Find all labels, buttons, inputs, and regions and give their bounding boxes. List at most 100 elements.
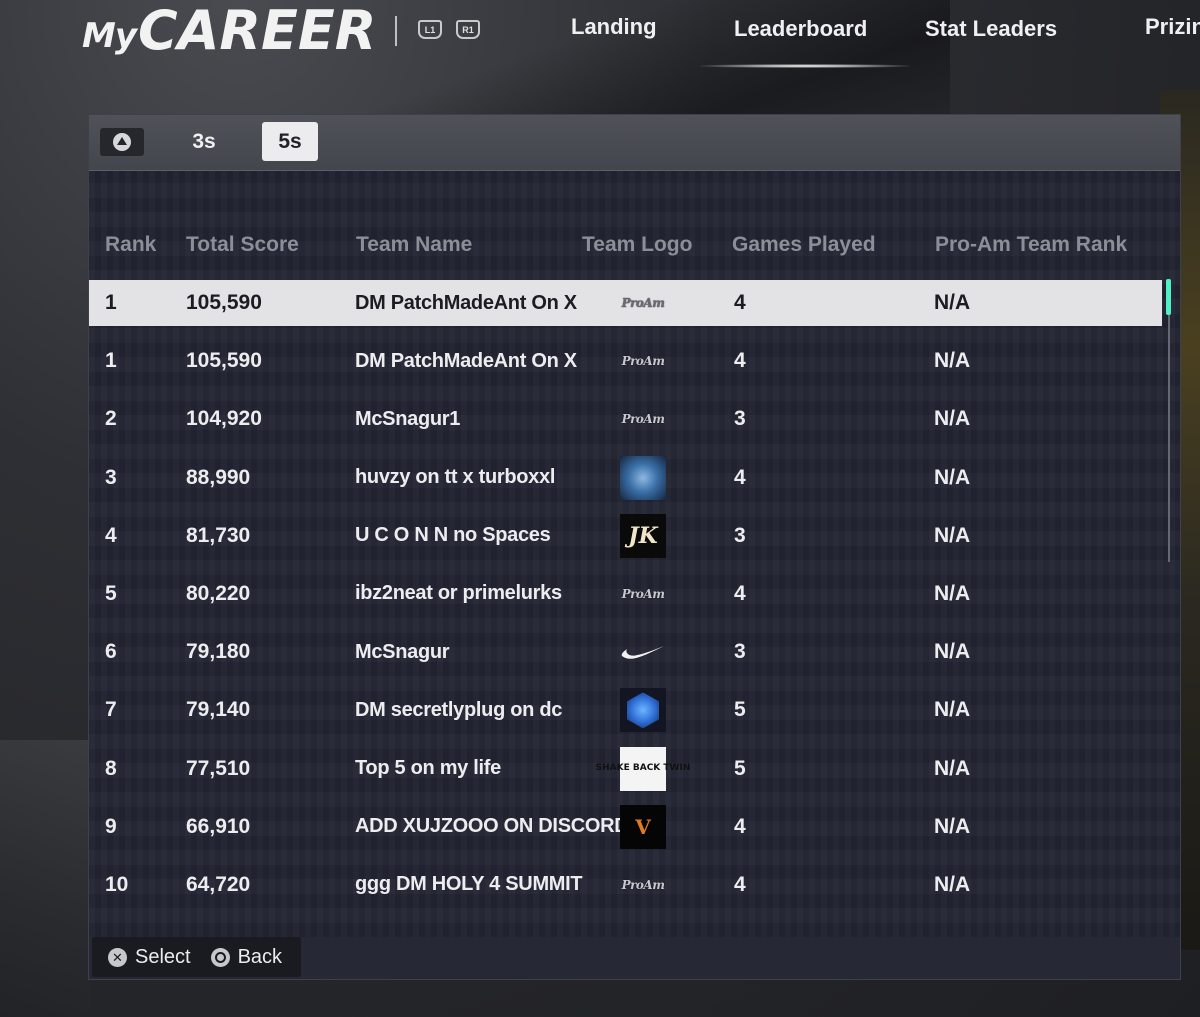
proam-team-rank-cell: N/A	[934, 814, 971, 838]
proam-logo-text: ProAm	[621, 354, 665, 369]
select-prompt[interactable]: Select	[135, 946, 191, 969]
column-header-games-played: Games Played	[732, 233, 876, 256]
team-logo-cell	[620, 629, 666, 675]
team-name-cell: ADD XUJZOOO ON DISCORD	[355, 815, 629, 838]
games-played-cell: 3	[734, 640, 746, 664]
team-logo-cell: ProAm	[620, 862, 666, 908]
total-score-cell: 79,140	[186, 698, 251, 722]
nav-prizing[interactable]: Prizin	[1145, 14, 1200, 40]
active-nav-indicator	[700, 64, 910, 68]
table-row[interactable]: 6 79,180 McSnagur 3 N/A	[89, 629, 1162, 675]
button-prompts: ✕ Select Back	[92, 937, 301, 977]
nav-landing[interactable]: Landing	[571, 14, 657, 40]
table-row[interactable]: 10 64,720 ggg DM HOLY 4 SUMMIT ProAm 4 N/A	[89, 862, 1162, 908]
v-logo: V	[620, 804, 666, 849]
triangle-button[interactable]	[100, 128, 144, 156]
proam-team-rank-cell: N/A	[934, 349, 971, 373]
tab-5s[interactable]: 5s	[262, 122, 318, 161]
shake-logo: SHAKE BACK TWIN	[596, 746, 690, 791]
team-name-cell: DM PatchMadeAnt On X	[355, 349, 577, 372]
proam-team-rank-cell: N/A	[934, 407, 971, 431]
nav-divider	[395, 16, 397, 46]
table-row[interactable]: 5 80,220 ibz2neat or primelurks ProAm 4 N/A	[89, 571, 1162, 617]
table-row[interactable]: 1 105,590 DM PatchMadeAnt On X ProAm 4 N/A	[89, 280, 1162, 326]
rank-cell: 5	[105, 581, 117, 605]
l1-bumper-icon[interactable]: L1	[418, 20, 442, 39]
table-row[interactable]: 4 81,730 U C O N N no Spaces JK 3 N/A	[89, 513, 1162, 559]
proam-logo-text: ProAm	[621, 877, 665, 892]
team-name-cell: huvzy on tt x turboxxl	[355, 466, 556, 489]
table-row[interactable]: 7 79,140 DM secretlyplug on dc 5 N/A	[89, 687, 1162, 733]
team-logo-cell: ProAm	[620, 338, 666, 384]
circle-button-icon	[210, 947, 230, 967]
leaderboard-rows: 1 105,590 DM PatchMadeAnt On X ProAm 4 N/A 1 10…	[89, 280, 1162, 920]
proam-team-rank-cell: N/A	[934, 756, 971, 780]
proam-team-rank-cell: N/A	[934, 872, 971, 896]
leaderboard-panel: 3s 5s Rank Total Score Team Name Team Lo…	[88, 114, 1181, 980]
rank-cell: 6	[105, 640, 117, 664]
wolf-logo	[620, 455, 666, 500]
table-row[interactable]: 8 77,510 Top 5 on my life SHAKE BACK TWIN 5 N…	[89, 746, 1162, 792]
team-logo-cell: ProAm	[620, 571, 666, 617]
proam-team-rank-cell: N/A	[934, 465, 971, 489]
proam-logo: ProAm	[620, 863, 666, 907]
column-header-team-logo: Team Logo	[582, 233, 693, 256]
team-name-cell: ibz2neat or primelurks	[355, 582, 562, 605]
team-logo-cell: JK	[620, 513, 666, 559]
proam-team-rank-cell: N/A	[934, 640, 971, 664]
r1-bumper-icon[interactable]: R1	[456, 20, 480, 39]
nav-stat-leaders[interactable]: Stat Leaders	[925, 16, 1057, 42]
games-played-cell: 4	[734, 814, 746, 838]
l1-bumper-label: L1	[424, 24, 436, 35]
total-score-cell: 105,590	[186, 349, 262, 373]
column-header-total-score: Total Score	[186, 233, 299, 256]
team-name-cell: U C O N N no Spaces	[355, 524, 551, 547]
team-name-cell: DM PatchMadeAnt On X	[355, 291, 577, 314]
jk-logo: JK	[620, 513, 666, 558]
team-name-cell: McSnagur	[355, 640, 450, 663]
team-logo-cell: ProAm	[620, 280, 666, 326]
total-score-cell: 79,180	[186, 640, 251, 664]
team-logo-cell	[620, 687, 666, 733]
team-logo-cell: ProAm	[620, 396, 666, 442]
total-score-cell: 80,220	[186, 581, 251, 605]
team-name-cell: ggg DM HOLY 4 SUMMIT	[355, 873, 583, 896]
proam-logo: ProAm	[620, 281, 666, 325]
proam-logo: ProAm	[620, 397, 666, 441]
logo-career-text: CAREER	[138, 0, 377, 62]
back-prompt[interactable]: Back	[238, 946, 282, 969]
table-row[interactable]: 1 105,590 DM PatchMadeAnt On X ProAm 4 N/A	[89, 338, 1162, 384]
scrollbar-thumb[interactable]	[1166, 279, 1171, 315]
triangle-icon	[113, 133, 131, 151]
games-played-cell: 3	[734, 407, 746, 431]
total-score-cell: 105,590	[186, 291, 262, 314]
proam-team-rank-cell: N/A	[934, 523, 971, 547]
games-played-cell: 4	[734, 349, 746, 373]
rank-cell: 2	[105, 407, 117, 431]
rank-cell: 8	[105, 756, 117, 780]
games-played-cell: 4	[734, 465, 746, 489]
table-row[interactable]: 3 88,990 huvzy on tt x turboxxl 4 N/A	[89, 455, 1162, 501]
nav-leaderboard[interactable]: Leaderboard	[734, 16, 867, 42]
top-navigation: My CAREER L1 R1 Landing Leaderboard Stat…	[0, 0, 1200, 90]
column-header-team-name: Team Name	[356, 233, 473, 256]
logo-my-text: My	[82, 16, 137, 56]
rank-cell: 10	[105, 872, 129, 896]
proam-logo-text: ProAm	[621, 412, 665, 427]
team-logo-cell: V	[620, 804, 666, 850]
table-row[interactable]: 2 104,920 McSnagur1 ProAm 3 N/A	[89, 396, 1162, 442]
scrollbar-track[interactable]	[1168, 279, 1170, 562]
column-header-rank: Rank	[105, 233, 157, 256]
rank-cell: 4	[105, 523, 117, 547]
background-lower-left	[0, 740, 90, 1017]
games-played-cell: 5	[734, 698, 746, 722]
tab-3s[interactable]: 3s	[179, 122, 229, 161]
column-header-proam-team-rank: Pro-Am Team Rank	[935, 233, 1128, 256]
team-logo-cell	[620, 455, 666, 501]
tme-logo	[620, 688, 666, 733]
table-row[interactable]: 9 66,910 ADD XUJZOOO ON DISCORD V 4 N/A	[89, 804, 1162, 850]
total-score-cell: 81,730	[186, 523, 251, 547]
rank-cell: 1	[105, 291, 117, 314]
cross-button-icon: ✕	[108, 947, 127, 967]
team-name-cell: McSnagur1	[355, 407, 461, 430]
